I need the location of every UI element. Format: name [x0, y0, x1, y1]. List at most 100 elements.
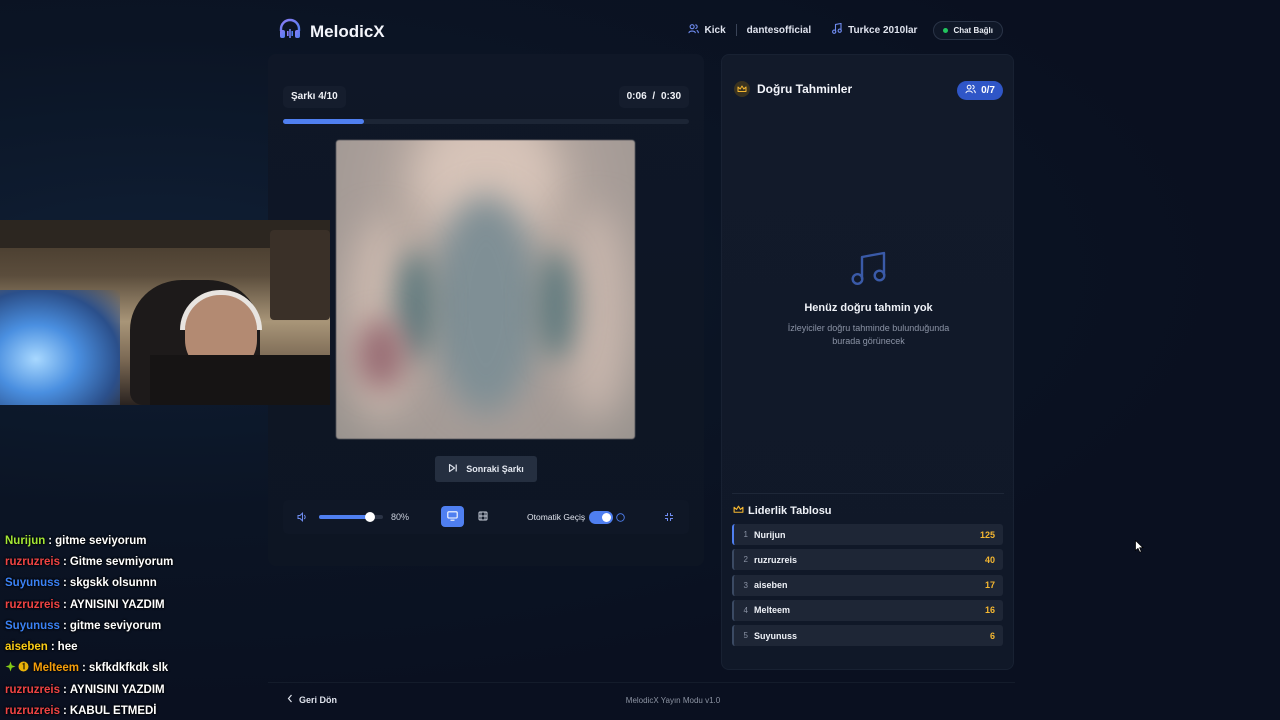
- chat-username: ruzruzreis: [5, 705, 60, 718]
- monitor-icon: [447, 508, 458, 526]
- chat-text: KABUL ETMEDİ: [69, 705, 157, 718]
- crown-icon: [733, 505, 744, 517]
- status-dot-icon: [943, 27, 949, 33]
- empty-state-description-line: burada görünecek: [832, 336, 905, 346]
- version-text: MelodicX Yayın Modu v1.0: [625, 696, 721, 705]
- guess-count-badge: 0/7: [957, 81, 1003, 100]
- mouse-cursor-icon: [1135, 539, 1144, 558]
- blurred-video-thumbnail: [336, 140, 635, 439]
- volume-value: 80%: [391, 512, 410, 522]
- chat-username: Melteem: [33, 662, 80, 675]
- headphones-icon: [278, 18, 302, 45]
- volume-slider-fill: [319, 515, 371, 519]
- music-note-icon: [832, 22, 842, 37]
- guesses-title: Doğru Tahminler: [757, 82, 853, 96]
- chat-message: ruzruzreis: AYNISINI YAZDIM: [5, 598, 165, 611]
- volume-slider[interactable]: [319, 512, 383, 522]
- chat-username: ruzruzreis: [5, 683, 60, 696]
- leaderboard-score: 6: [989, 630, 995, 641]
- toggle-knob: [602, 513, 611, 522]
- chat-message: aiseben: hee: [5, 641, 78, 654]
- video-mode-button[interactable]: [471, 506, 494, 527]
- chat-message: Suyunuss: gitme seviyorum: [5, 619, 162, 632]
- auto-advance-toggle[interactable]: [589, 511, 613, 524]
- empty-state-description: İzleyiciler doğru tahminde bulunduğunda …: [722, 322, 1015, 348]
- platform-info: Kick: [687, 23, 726, 37]
- leaderboard-name: Melteem: [754, 605, 791, 616]
- next-song-button[interactable]: Sonraki Şarkı: [435, 456, 537, 482]
- chat-username: Suyunuss: [5, 619, 60, 632]
- auto-advance-label: Otomatik Geçiş: [527, 512, 586, 522]
- top-status: Kick dantesofficial Turkce 2010lar Chat …: [687, 16, 1003, 44]
- leaderboard-rank: 1: [743, 530, 748, 539]
- film-icon: [478, 508, 488, 526]
- leaderboard-row: 5 Suyunuss 6: [732, 625, 1003, 647]
- song-progress-fill: [283, 119, 365, 124]
- leaderboard-row: 1 Nurijun 125: [732, 524, 1003, 545]
- playlist-info: Turkce 2010lar: [832, 22, 918, 37]
- platform-name: Kick: [704, 24, 726, 36]
- app-name: MelodicX: [310, 21, 385, 41]
- guesses-header: Doğru Tahminler: [734, 81, 852, 97]
- leaderboard-row: 4 Melteem 16: [732, 599, 1003, 621]
- music-note-icon: [850, 251, 888, 291]
- song-progress-bar: [283, 119, 689, 124]
- leaderboard-title: Liderlik Tablosu: [748, 505, 832, 517]
- chat-username: ruzruzreis: [5, 598, 60, 611]
- chat-message: Melteem: skfkdkfkdk slk: [5, 658, 265, 679]
- display-mode-button[interactable]: [441, 506, 464, 527]
- plus-badge-icon: [5, 661, 16, 675]
- volume-icon[interactable]: [297, 500, 308, 534]
- chat-text: AYNISINI YAZDIM: [69, 683, 165, 696]
- guess-count: 0/7: [981, 85, 995, 96]
- chat-username: ruzruzreis: [5, 555, 60, 568]
- empty-state-description-line: İzleyiciler doğru tahminde bulunduğunda: [787, 323, 950, 333]
- player-controls: 80% Otomatik Geçiş: [283, 500, 689, 534]
- chat-text: Gitme sevmiyorum: [69, 555, 174, 568]
- back-button[interactable]: Geri Dön: [287, 694, 337, 705]
- chat-username: Nurijun: [5, 534, 46, 547]
- fullscreen-collapse-icon[interactable]: [664, 500, 674, 534]
- time-current: 0:06: [626, 91, 647, 102]
- chat-status-badge: Chat Bağlı: [933, 20, 1003, 40]
- chat-text: AYNISINI YAZDIM: [69, 598, 165, 611]
- leaderboard-row: 3 aiseben 17: [732, 574, 1003, 596]
- next-song-label: Sonraki Şarkı: [466, 464, 524, 474]
- chat-username: aiseben: [5, 641, 48, 654]
- chat-overlay: Nurijun: gitme seviyorum ruzruzreis: Gitme…: [5, 530, 265, 720]
- chat-message: Nurijun: gitme seviyorum: [5, 534, 147, 547]
- leaderboard-header: Liderlik Tablosu: [733, 505, 832, 517]
- chat-message: Suyunuss: skgskk olsunnn: [5, 577, 157, 590]
- divider: [268, 682, 1015, 683]
- playlist-name: Turkce 2010lar: [848, 24, 918, 36]
- chat-text: gitme seviyorum: [69, 619, 162, 632]
- empty-state-title: Henüz doğru tahmin yok: [804, 302, 933, 314]
- divider: [735, 24, 737, 36]
- webcam-overlay: [0, 220, 330, 405]
- leaderboard-score: 125: [979, 529, 995, 540]
- song-counter: Şarkı 4/10: [283, 86, 346, 108]
- leaderboard-name: Suyunuss: [754, 630, 798, 641]
- leaderboard-rank: 5: [743, 631, 748, 641]
- leaderboard-rank: 4: [743, 605, 748, 615]
- leaderboard-rank: 3: [743, 580, 748, 590]
- empty-state: Henüz doğru tahmin yok İzleyiciler doğru…: [722, 251, 1015, 348]
- time-separator: /: [652, 91, 656, 102]
- player-panel: Şarkı 4/10 0:06 / 0:30 Sonraki Şarkı 80%: [268, 54, 704, 566]
- leaderboard-list: 1 Nurijun 125 2 ruzruzreis 40 3 aiseben …: [732, 524, 1003, 650]
- time-total: 0:30: [660, 91, 681, 102]
- number-one-badge-icon: [18, 661, 29, 675]
- info-icon[interactable]: [616, 500, 625, 534]
- chat-text: skfkdkfkdk slk: [88, 662, 169, 675]
- crown-icon: [734, 81, 750, 97]
- divider: [732, 493, 1004, 494]
- chevron-left-icon: [287, 694, 293, 705]
- channel-name: dantesofficial: [746, 24, 812, 36]
- leaderboard-score: 40: [984, 554, 995, 565]
- volume-slider-handle[interactable]: [365, 512, 376, 522]
- guesses-panel: Doğru Tahminler 0/7 Henüz doğru tahmin y…: [721, 54, 1014, 670]
- top-bar: MelodicX Kick dantesofficial Turkce 2010…: [278, 16, 1003, 44]
- chat-text: hee: [57, 641, 78, 654]
- logo[interactable]: MelodicX: [278, 18, 385, 45]
- chat-message: ruzruzreis: AYNISINI YAZDIM: [5, 683, 165, 696]
